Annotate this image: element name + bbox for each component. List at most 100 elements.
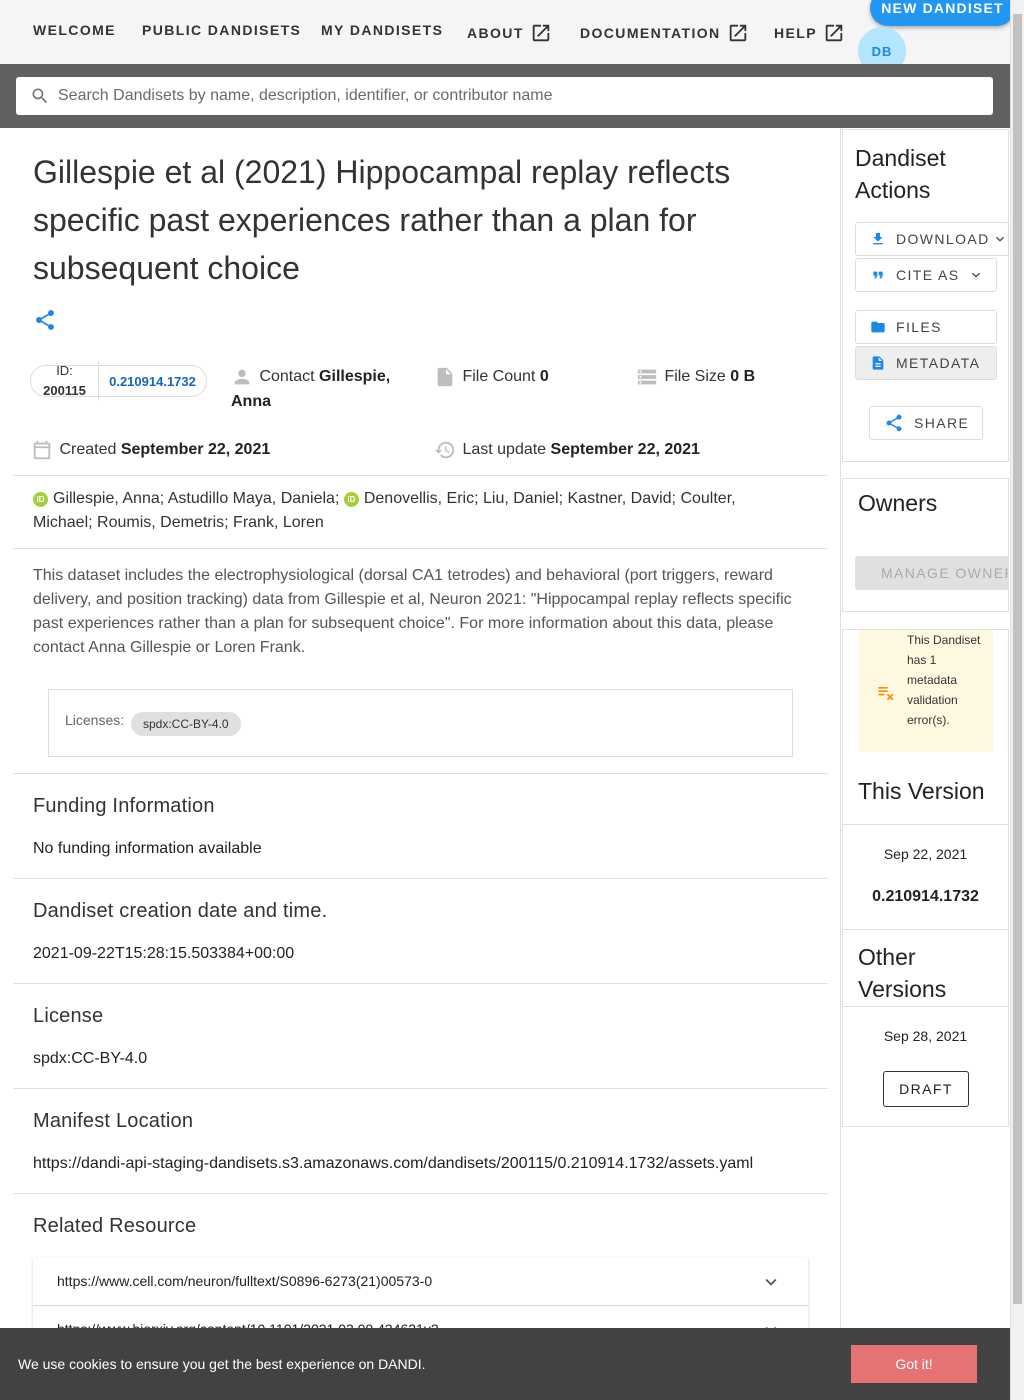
folder-icon	[871, 321, 885, 333]
nav-mine-label: MY DANDISETS	[321, 22, 444, 38]
file-size-value: 0 B	[730, 368, 756, 385]
metadata-button[interactable]: METADATA	[855, 346, 997, 380]
file-icon	[437, 367, 453, 386]
updated-label: Last update	[462, 441, 547, 458]
divider	[13, 548, 828, 549]
cookie-banner: We use cookies to ensure you get the bes…	[0, 1328, 1010, 1400]
search-band	[0, 64, 1010, 128]
manage-owners-button[interactable]: MANAGE OWNERS	[855, 556, 1008, 590]
file-size-info: File Size 0 B	[636, 364, 755, 389]
quote-icon	[873, 271, 883, 279]
share-icon[interactable]	[33, 308, 57, 332]
divider	[13, 878, 828, 879]
nav-documentation[interactable]: DOCUMENTATION	[580, 22, 749, 44]
author: Denovellis, Eric;	[363, 490, 479, 507]
versions-card: This Dandiset has 1 metadata validation …	[842, 629, 1009, 1127]
cookie-accept-button[interactable]: Got it!	[851, 1345, 977, 1383]
draft-version-button[interactable]: DRAFT	[883, 1071, 969, 1107]
calendar-icon	[33, 440, 51, 459]
files-button[interactable]: FILES	[855, 310, 997, 344]
external-link-icon	[532, 24, 550, 42]
dandiset-description: This dataset includes the electrophysiol…	[33, 567, 792, 656]
divider	[843, 824, 1008, 825]
file-count-info: File Count 0	[434, 364, 549, 389]
licenses-box: Licenses: spdx:CC-BY-4.0	[48, 689, 793, 757]
contributors-list: iD Gillespie, Anna; Astudillo Maya, Danie…	[33, 487, 793, 535]
divider	[13, 475, 828, 476]
nav-help-label: HELP	[774, 25, 817, 41]
validation-warning[interactable]: This Dandiset has 1 metadata validation …	[858, 630, 993, 752]
other-version-date: Sep 28, 2021	[883, 1028, 968, 1044]
updated-info: Last update September 22, 2021	[434, 437, 700, 462]
author: Gillespie, Anna;	[53, 490, 165, 507]
search-input[interactable]	[58, 87, 958, 105]
share-label: SHARE	[914, 415, 970, 431]
download-label: DOWNLOAD	[896, 231, 990, 247]
nav-public-label: PUBLIC DANDISETS	[142, 22, 302, 38]
actions-title: Dandiset Actions	[855, 145, 946, 203]
contact-label: Contact	[259, 368, 315, 385]
manage-owners-label: MANAGE OWNERS	[881, 565, 1008, 581]
related-resource-item[interactable]: https://www.cell.com/neuron/fulltext/S08…	[33, 1258, 808, 1306]
divider	[13, 773, 828, 774]
this-version-number[interactable]: 0.210914.1732	[843, 888, 1008, 906]
dandiset-actions-card: Dandiset Actions DOWNLOAD CITE AS FILES …	[842, 129, 1009, 462]
owners-title: Owners	[858, 490, 938, 516]
cookie-message: We use cookies to ensure you get the bes…	[18, 1356, 426, 1372]
cite-as-button[interactable]: CITE AS	[855, 258, 997, 292]
download-button[interactable]: DOWNLOAD	[855, 222, 1009, 256]
search-box[interactable]	[16, 77, 993, 115]
identifier-label: ID: 200115	[31, 361, 99, 401]
funding-value: No funding information available	[33, 840, 262, 857]
created-date: September 22, 2021	[120, 441, 271, 458]
external-link-icon	[729, 24, 746, 42]
nav-my-dandisets[interactable]: MY DANDISETS	[321, 22, 443, 38]
document-icon	[872, 356, 884, 370]
dandiset-title: Gillespie et al (2021) Hippocampal repla…	[33, 154, 731, 286]
file-count-label: File Count	[462, 368, 536, 385]
chevron-down-icon	[765, 1278, 777, 1286]
chevron-down-icon	[996, 236, 1004, 242]
divider	[13, 1193, 828, 1194]
nav-about-label: ABOUT	[467, 25, 524, 41]
nav-welcome[interactable]: WELCOME	[33, 22, 116, 38]
files-label: FILES	[896, 319, 942, 335]
share-button[interactable]: SHARE	[869, 406, 983, 440]
new-dandiset-button[interactable]: NEW DANDISET	[870, 0, 1015, 26]
version-number[interactable]: 0.210914.1732	[99, 374, 206, 389]
divider	[13, 983, 828, 984]
funding-heading: Funding Information	[33, 795, 215, 817]
author: Astudillo Maya, Daniela;	[167, 490, 340, 507]
dandiset-main-panel: Gillespie et al (2021) Hippocampal repla…	[0, 128, 841, 1400]
orcid-icon[interactable]: iD	[343, 492, 359, 507]
chevron-down-icon	[972, 272, 980, 278]
id-label: ID:	[56, 363, 73, 378]
license-heading: License	[33, 1005, 104, 1027]
scrollbar-thumb[interactable]	[1013, 14, 1022, 1304]
author: Roumis, Demetris; Frank, Loren	[97, 514, 324, 531]
storage-icon	[637, 369, 657, 385]
dandiset-id: 200115	[43, 383, 86, 398]
created-label: Created	[59, 441, 117, 458]
contact-info: Contact Gillespie, Anna	[231, 364, 406, 414]
this-version-date: Sep 22, 2021	[883, 846, 968, 862]
person-icon	[234, 369, 250, 385]
manifest-url: https://dandi-api-staging-dandisets.s3.a…	[33, 1155, 754, 1172]
creation-date-value: 2021-09-22T15:28:15.503384+00:00	[33, 945, 295, 962]
playlist-remove-icon	[878, 687, 894, 701]
nav-public-dandisets[interactable]: PUBLIC DANDISETS	[142, 22, 301, 38]
license-chip: spdx:CC-BY-4.0	[131, 712, 241, 736]
manifest-heading: Manifest Location	[33, 1110, 194, 1132]
search-icon	[32, 88, 48, 104]
history-icon	[434, 441, 455, 459]
page-scrollbar[interactable]	[1010, 0, 1024, 1400]
nav-help[interactable]: HELP	[774, 22, 845, 44]
license-value: spdx:CC-BY-4.0	[33, 1050, 148, 1067]
orcid-icon[interactable]: iD	[33, 492, 48, 507]
this-version-title: This Version	[858, 778, 985, 804]
download-icon	[873, 233, 883, 245]
other-versions-title: Other Versions	[858, 944, 947, 1002]
updated-date: September 22, 2021	[550, 441, 700, 458]
nav-docs-label: DOCUMENTATION	[580, 25, 721, 41]
nav-about[interactable]: ABOUT	[467, 22, 552, 44]
